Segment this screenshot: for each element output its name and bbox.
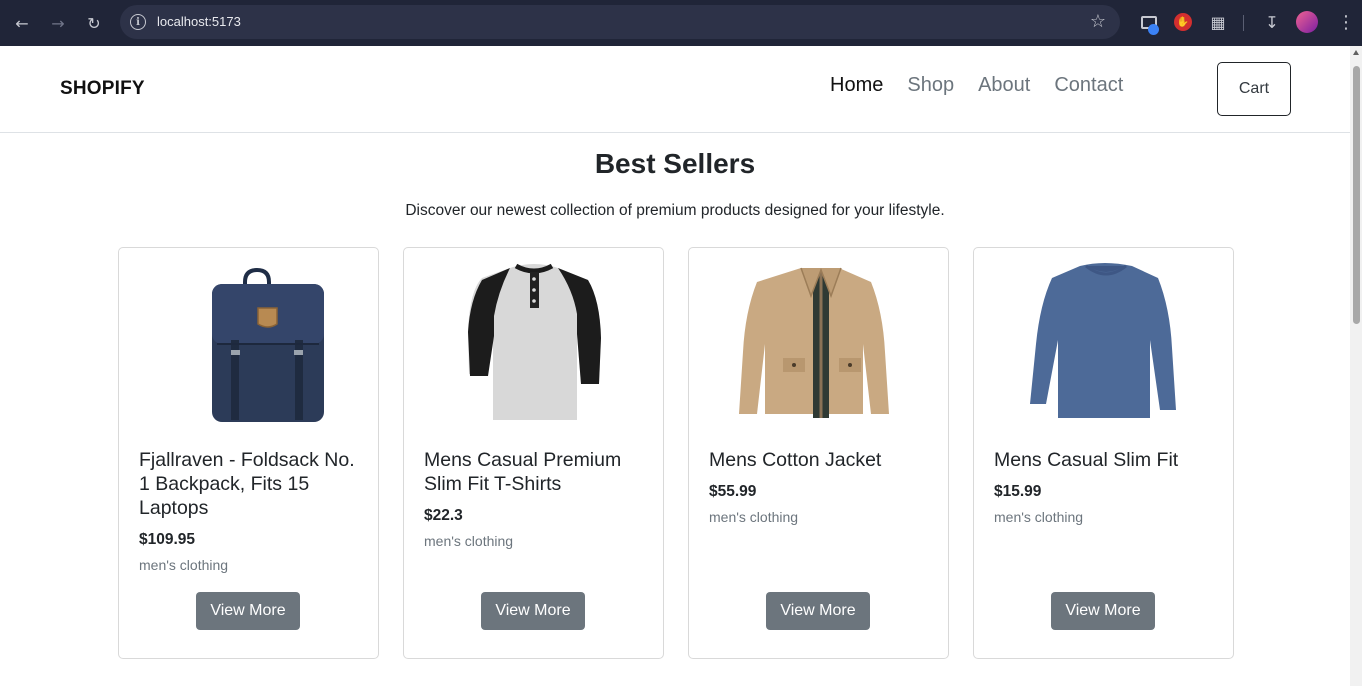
download-icon[interactable]: ↧ — [1261, 11, 1283, 33]
site-info-icon[interactable]: i — [130, 14, 146, 30]
adblock-extension-icon[interactable]: ✋ — [1172, 11, 1194, 33]
product-category: men's clothing — [994, 509, 1084, 525]
kebab-menu-icon[interactable]: ⋮ — [1335, 11, 1357, 33]
main-nav: Home Shop About Contact — [830, 74, 1123, 97]
cart-button[interactable]: Cart — [1217, 62, 1291, 116]
reload-icon[interactable]: ↻ — [82, 11, 106, 35]
page-scrollbar[interactable] — [1350, 46, 1362, 686]
browser-toolbar: ← → ↻ i localhost:5173 ☆ ✋ ▦ ↧ ⋮ — [0, 0, 1362, 46]
product-card: Mens Cotton Jacket $55.99 men's clothing… — [688, 247, 949, 659]
backpack-image — [212, 267, 324, 422]
nav-contact[interactable]: Contact — [1054, 74, 1123, 97]
jacket-image — [739, 267, 889, 418]
product-price: $22.3 — [424, 507, 463, 524]
scroll-thumb[interactable] — [1353, 66, 1360, 324]
nav-shop[interactable]: Shop — [907, 74, 954, 97]
forward-arrow-icon[interactable]: → — [46, 11, 70, 35]
bookmark-star-icon[interactable]: ☆ — [1090, 11, 1106, 32]
longsleeve-image — [1030, 263, 1176, 418]
nav-home[interactable]: Home — [830, 74, 883, 97]
product-category: men's clothing — [709, 509, 799, 525]
view-more-button[interactable]: View More — [1051, 592, 1155, 630]
product-card: Mens Casual Premium Slim Fit T-Shirts $2… — [403, 247, 664, 659]
extensions-puzzle-icon[interactable]: ▦ — [1207, 11, 1229, 33]
profile-avatar[interactable] — [1296, 11, 1318, 33]
view-more-button[interactable]: View More — [481, 592, 585, 630]
back-arrow-icon[interactable]: ← — [10, 11, 34, 35]
site-header: SHOPIFY Home Shop About Contact Cart — [0, 46, 1350, 133]
product-price: $109.95 — [139, 531, 196, 548]
product-card: Fjallraven - Foldsack No. 1 Backpack, Fi… — [118, 247, 379, 659]
product-title[interactable]: Mens Casual Premium Slim Fit T-Shirts — [424, 448, 649, 496]
tshirt-image — [468, 263, 601, 420]
extension-badge-icon — [1148, 24, 1159, 35]
product-price: $15.99 — [994, 483, 1042, 500]
web-page: SHOPIFY Home Shop About Contact Cart Bes… — [0, 46, 1350, 686]
nav-about[interactable]: About — [978, 74, 1030, 97]
product-category: men's clothing — [424, 533, 514, 549]
view-more-button[interactable]: View More — [766, 592, 870, 630]
product-title[interactable]: Mens Cotton Jacket — [709, 448, 934, 472]
site-logo[interactable]: SHOPIFY — [60, 78, 145, 100]
scroll-up-icon[interactable] — [1353, 50, 1359, 55]
address-bar[interactable]: i localhost:5173 ☆ — [120, 5, 1120, 39]
url-text[interactable]: localhost:5173 — [157, 14, 241, 29]
product-title[interactable]: Mens Casual Slim Fit — [994, 448, 1219, 472]
section-subtitle: Discover our newest collection of premiu… — [405, 202, 945, 219]
view-more-button[interactable]: View More — [196, 592, 300, 630]
product-price: $55.99 — [709, 483, 757, 500]
section-title: Best Sellers — [594, 148, 756, 179]
product-title[interactable]: Fjallraven - Foldsack No. 1 Backpack, Fi… — [139, 448, 364, 520]
product-card: Mens Casual Slim Fit $15.99 men's clothi… — [973, 247, 1234, 659]
product-category: men's clothing — [139, 557, 229, 573]
toolbar-divider — [1243, 15, 1244, 31]
